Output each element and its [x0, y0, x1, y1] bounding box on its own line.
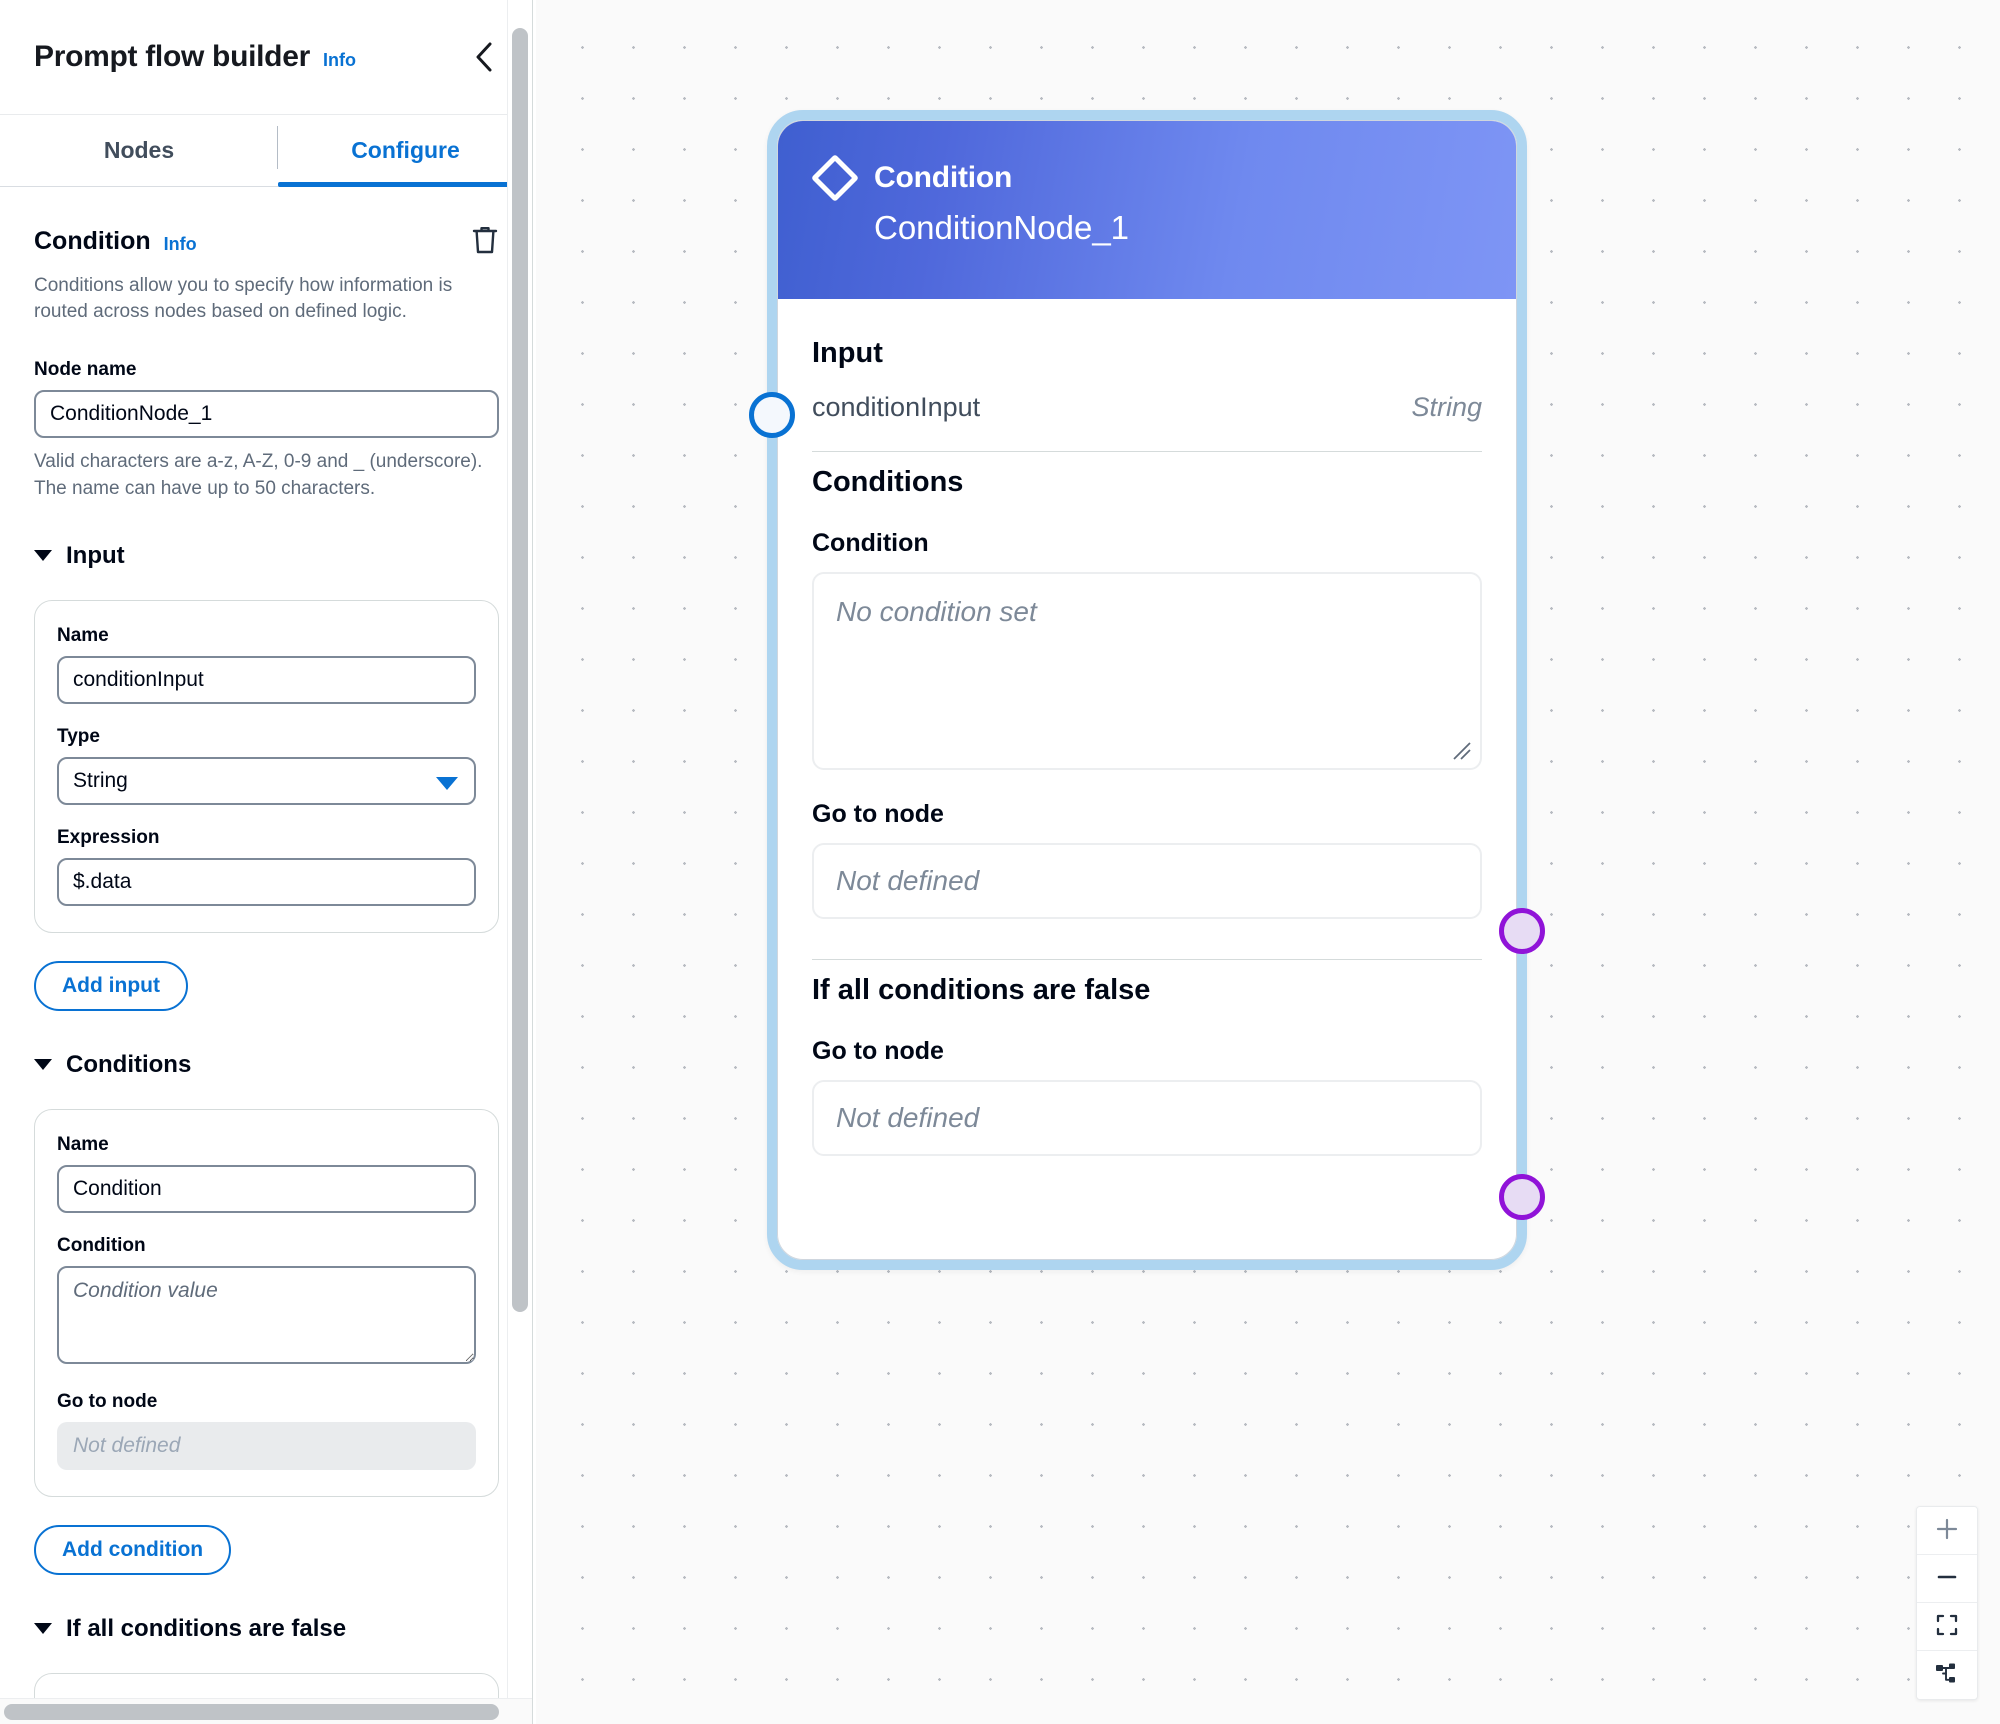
condition-node-body: Input conditionInput String Conditions C…	[778, 299, 1516, 1156]
chevron-left-icon	[471, 40, 497, 74]
node-name-helper: Valid characters are a-z, A-Z, 0-9 and _…	[34, 451, 483, 499]
canvas-left-edge	[533, 0, 536, 1724]
node-false-goto-label: Go to node	[812, 1037, 944, 1065]
sidebar-header: Prompt flow builder Info	[0, 0, 533, 115]
node-input-heading: Input	[812, 337, 883, 369]
false-group-title: If all conditions are false	[66, 1614, 347, 1642]
node-condition-display[interactable]: No condition set	[812, 572, 1482, 770]
node-false-heading: If all conditions are false	[812, 974, 1151, 1006]
resize-handle-icon[interactable]	[1449, 738, 1471, 760]
sidebar-tabs: Nodes Configure	[0, 115, 533, 187]
condition-goto-label: Go to node	[57, 1390, 158, 1412]
condition-value-textarea[interactable]	[57, 1265, 476, 1364]
input-expression-label: Expression	[57, 826, 160, 848]
node-input-type: String	[1411, 392, 1482, 422]
condition-node-card[interactable]: Condition ConditionNode_1 Input conditio…	[749, 110, 1545, 1270]
configuration-sidebar: Prompt flow builder Info Nodes Configure…	[0, 0, 533, 1724]
input-item-card: Name Type String Expression	[34, 599, 499, 933]
node-divider-2	[812, 959, 1482, 960]
header-info-link[interactable]: Info	[323, 50, 356, 71]
section-info-link[interactable]: Info	[164, 234, 197, 255]
flow-canvas[interactable]: Condition ConditionNode_1 Input conditio…	[533, 0, 2000, 1724]
sidebar-vertical-scrollbar[interactable]	[507, 0, 533, 1698]
zoom-out-button[interactable]	[1917, 1555, 1977, 1603]
sidebar-vertical-scroll-thumb[interactable]	[512, 28, 528, 1312]
tab-configure[interactable]: Configure	[278, 115, 533, 187]
caret-down-icon	[34, 550, 52, 562]
configure-panel: Condition Info Conditions allow you to s…	[0, 221, 533, 1698]
input-expression-input[interactable]	[57, 857, 476, 906]
condition-name-label: Name	[57, 1133, 109, 1155]
else-output-connector-handle[interactable]	[1499, 1174, 1545, 1220]
auto-layout-icon	[1934, 1662, 1960, 1689]
node-input-row: conditionInput String	[812, 392, 1482, 423]
condition-item-card: Name Condition Go to node Not defined	[34, 1108, 499, 1497]
input-type-select[interactable]: String	[57, 756, 476, 805]
trash-icon	[472, 225, 498, 258]
zoom-in-icon	[1935, 1517, 1959, 1544]
prompt-flow-builder-app: Prompt flow builder Info Nodes Configure…	[0, 0, 2000, 1724]
section-title: Condition	[34, 226, 151, 255]
zoom-out-icon	[1935, 1565, 1959, 1592]
fit-to-screen-button[interactable]	[1917, 1603, 1977, 1651]
condition-node-header-row: Condition	[810, 153, 1476, 203]
condition-output-connector-handle[interactable]	[1499, 908, 1545, 954]
section-header: Condition Info	[34, 221, 499, 261]
tab-nodes[interactable]: Nodes	[0, 115, 278, 186]
diamond-icon	[810, 153, 860, 203]
node-goto-display[interactable]: Not defined	[812, 843, 1482, 919]
false-group-card	[34, 1672, 499, 1698]
input-name-input[interactable]	[57, 655, 476, 704]
false-group-toggle[interactable]: If all conditions are false	[34, 1615, 499, 1643]
condition-value-label: Condition	[57, 1234, 146, 1256]
input-type-select-wrapper: String	[57, 756, 476, 805]
input-type-label: Type	[57, 725, 100, 747]
sidebar-scroll-region: Prompt flow builder Info Nodes Configure…	[0, 0, 533, 1698]
input-group-toggle[interactable]: Input	[34, 542, 499, 570]
condition-name-input[interactable]	[57, 1164, 476, 1213]
node-goto-placeholder: Not defined	[836, 865, 980, 896]
caret-down-icon	[34, 1059, 52, 1071]
section-description: Conditions allow you to specify how info…	[34, 275, 453, 323]
collapse-panel-button[interactable]	[463, 36, 505, 78]
conditions-group-toggle[interactable]: Conditions	[34, 1051, 499, 1079]
node-false-goto-display[interactable]: Not defined	[812, 1080, 1482, 1156]
node-name-label: Node name	[34, 359, 137, 381]
condition-node-inner: Condition ConditionNode_1 Input conditio…	[777, 120, 1517, 1260]
input-name-label: Name	[57, 624, 109, 646]
node-condition-placeholder: No condition set	[836, 596, 1037, 627]
node-false-goto-placeholder: Not defined	[836, 1102, 980, 1133]
condition-goto-field: Not defined	[57, 1421, 476, 1470]
condition-node-name: ConditionNode_1	[874, 209, 1130, 246]
sidebar-horizontal-scroll-thumb[interactable]	[4, 1704, 499, 1720]
input-connector-handle[interactable]	[749, 392, 795, 438]
auto-layout-button[interactable]	[1917, 1651, 1977, 1699]
condition-node-type: Condition	[874, 161, 1013, 194]
condition-node-header: Condition ConditionNode_1	[778, 121, 1516, 299]
node-input-name: conditionInput	[812, 392, 981, 422]
node-name-input[interactable]	[34, 390, 499, 439]
zoom-in-button[interactable]	[1917, 1507, 1977, 1555]
conditions-group-title: Conditions	[66, 1050, 192, 1078]
node-goto-label: Go to node	[812, 800, 944, 828]
input-group-title: Input	[66, 541, 125, 569]
page-title: Prompt flow builder	[34, 40, 310, 73]
caret-down-icon	[34, 1623, 52, 1635]
fit-to-screen-icon	[1935, 1613, 1959, 1640]
delete-node-button[interactable]	[465, 221, 505, 261]
add-input-button[interactable]: Add input	[34, 960, 188, 1011]
node-condition-label: Condition	[812, 529, 929, 557]
add-condition-button[interactable]: Add condition	[34, 1524, 232, 1575]
node-divider-1	[812, 451, 1482, 452]
node-conditions-heading: Conditions	[812, 466, 964, 498]
sidebar-horizontal-scrollbar[interactable]	[0, 1698, 533, 1724]
canvas-zoom-controls	[1916, 1506, 1978, 1700]
